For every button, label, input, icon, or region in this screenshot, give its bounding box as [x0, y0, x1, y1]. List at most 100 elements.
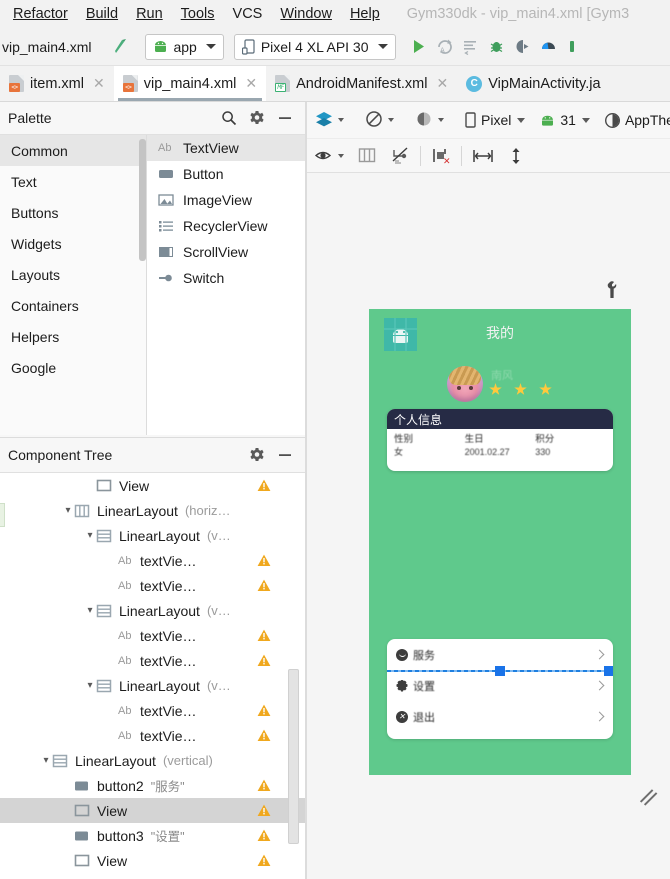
warning-icon[interactable] — [257, 704, 271, 717]
warning-icon[interactable] — [257, 729, 271, 742]
menu-run[interactable]: Run — [127, 4, 172, 24]
warning-icon[interactable] — [257, 779, 271, 792]
design-canvas[interactable]: 我的 南风 个人信息 性别 女 生日 2001.02.27 积分 330 服务 … — [307, 173, 670, 879]
menu-vcs[interactable]: VCS — [224, 4, 272, 24]
close-icon[interactable]: ✕ — [245, 75, 257, 92]
warning-icon[interactable] — [257, 829, 271, 842]
component-tree-row[interactable]: Ab textVie… — [0, 723, 305, 748]
minimize-icon[interactable] — [277, 110, 293, 126]
module-selector[interactable]: app — [145, 33, 224, 60]
device-selector-design[interactable]: Pixel — [457, 102, 532, 138]
component-tree-row[interactable]: ▾ LinearLayout (horiz… — [0, 498, 305, 523]
horizontal-margin-button[interactable] — [465, 139, 501, 172]
chevron-down-icon — [581, 117, 590, 123]
device-preview[interactable]: 我的 南风 个人信息 性别 女 生日 2001.02.27 积分 330 服务 … — [369, 309, 631, 775]
component-tree-row[interactable]: button3 "设置" — [0, 823, 305, 848]
search-icon[interactable] — [221, 110, 237, 126]
warning-icon[interactable] — [257, 579, 271, 592]
info-label: 生日 — [464, 434, 484, 445]
chevron-down-icon[interactable]: ▾ — [62, 505, 74, 516]
component-tree-row[interactable]: button2 "服务" — [0, 773, 305, 798]
debug-icon[interactable] — [488, 38, 505, 55]
chevron-down-icon[interactable]: ▾ — [84, 530, 96, 541]
design-mode-selector[interactable] — [307, 102, 351, 138]
run-icon[interactable] — [410, 38, 427, 55]
menu-window[interactable]: Window — [271, 4, 341, 24]
palette-category-layouts[interactable]: Layouts — [0, 259, 146, 290]
theme-selector[interactable]: AppTheme — [597, 102, 670, 138]
menu-row-settings[interactable]: 设置 — [387, 670, 613, 701]
more-icon[interactable] — [566, 38, 578, 55]
gear-icon[interactable] — [249, 447, 265, 463]
menu-row-exit[interactable]: ✕ 退出 — [387, 701, 613, 732]
palette-category-scrollbar[interactable] — [139, 139, 146, 261]
palette-category-common[interactable]: Common — [0, 135, 146, 166]
palette-item-textview[interactable]: Ab TextView — [147, 135, 305, 161]
warning-icon[interactable] — [257, 554, 271, 567]
warning-icon[interactable] — [257, 629, 271, 642]
tab-vip-main-activity-java[interactable]: C VipMainActivity.ja — [457, 66, 609, 101]
palette-category-helpers[interactable]: Helpers — [0, 321, 146, 352]
palette-item-recyclerview[interactable]: RecyclerView — [147, 213, 305, 239]
warning-icon[interactable] — [257, 854, 271, 867]
palette-category-widgets[interactable]: Widgets — [0, 228, 146, 259]
component-tree-row[interactable]: Ab textVie… — [0, 698, 305, 723]
chevron-down-icon[interactable]: ▾ — [40, 755, 52, 766]
attach-debugger-icon[interactable] — [514, 38, 531, 55]
component-tree-row[interactable]: View — [0, 473, 305, 498]
palette-item-scrollview[interactable]: ScrollView — [147, 239, 305, 265]
component-tree-row[interactable]: ▾ LinearLayout (v… — [0, 598, 305, 623]
palette-item-imageview[interactable]: ImageView — [147, 187, 305, 213]
component-tree-row[interactable]: Ab textVie… — [0, 548, 305, 573]
chevron-down-icon[interactable]: ▾ — [84, 680, 96, 691]
palette-category-buttons[interactable]: Buttons — [0, 197, 146, 228]
menu-tools[interactable]: Tools — [172, 4, 224, 24]
preview-resize-handle[interactable] — [637, 781, 659, 806]
blueprint-columns-button[interactable] — [351, 139, 383, 172]
menu-refactor[interactable]: Refactor — [4, 4, 77, 24]
palette-category-containers[interactable]: Containers — [0, 290, 146, 321]
make-project-icon[interactable] — [109, 34, 135, 60]
component-tree-row[interactable]: View — [0, 798, 305, 823]
api-selector[interactable]: 31 — [532, 102, 597, 138]
menu-help[interactable]: Help — [341, 4, 389, 24]
component-tree-row[interactable]: Ab textVie… — [0, 623, 305, 648]
menu-refactor-label: Refactor — [13, 6, 68, 22]
component-tree-row[interactable]: ▾ LinearLayout (v… — [0, 673, 305, 698]
ui-mode-selector[interactable] — [407, 102, 451, 138]
view-options-button[interactable] — [307, 139, 351, 172]
close-icon[interactable]: ✕ — [93, 75, 105, 92]
wrench-icon[interactable] — [605, 281, 619, 299]
palette-category-google[interactable]: Google — [0, 352, 146, 383]
toggle-autoconnect-button[interactable] — [383, 139, 417, 172]
orientation-selector[interactable] — [357, 102, 401, 138]
warning-icon[interactable] — [257, 804, 271, 817]
apply-code-changes-icon[interactable] — [462, 38, 479, 55]
tab-item-xml[interactable]: <> item.xml ✕ — [0, 66, 114, 101]
component-tree-row[interactable]: ▾ LinearLayout (vertical) — [0, 748, 305, 773]
tab-vip-main4-xml[interactable]: <> vip_main4.xml ✕ — [113, 66, 267, 101]
palette-header: Palette — [0, 102, 305, 135]
clear-constraints-button[interactable]: ✕ — [424, 139, 458, 172]
chevron-down-icon[interactable]: ▾ — [84, 605, 96, 616]
component-tree-scrollbar[interactable] — [288, 669, 299, 844]
device-selector[interactable]: Pixel 4 XL API 30 — [233, 33, 396, 60]
close-icon[interactable]: ✕ — [436, 75, 448, 92]
warning-icon[interactable] — [257, 654, 271, 667]
palette-item-button[interactable]: Button — [147, 161, 305, 187]
component-tree-row[interactable]: Ab textVie… — [0, 573, 305, 598]
tab-android-manifest-xml[interactable]: MF AndroidManifest.xml ✕ — [266, 66, 457, 101]
palette-item-switch[interactable]: Switch — [147, 265, 305, 291]
gear-icon[interactable] — [249, 110, 265, 126]
profiler-icon[interactable] — [540, 38, 557, 55]
palette-category-text[interactable]: Text — [0, 166, 146, 197]
warning-icon[interactable] — [257, 479, 271, 492]
apply-changes-icon[interactable]: A — [436, 38, 453, 55]
component-tree-row[interactable]: ▾ LinearLayout (v… — [0, 523, 305, 548]
breadcrumb[interactable]: vip_main4.xml — [0, 39, 91, 55]
minimize-icon[interactable] — [277, 447, 293, 463]
component-tree-row[interactable]: Ab textVie… — [0, 648, 305, 673]
vertical-expand-button[interactable] — [501, 139, 531, 172]
component-tree-row[interactable]: View — [0, 848, 305, 873]
menu-build[interactable]: Build — [77, 4, 127, 24]
